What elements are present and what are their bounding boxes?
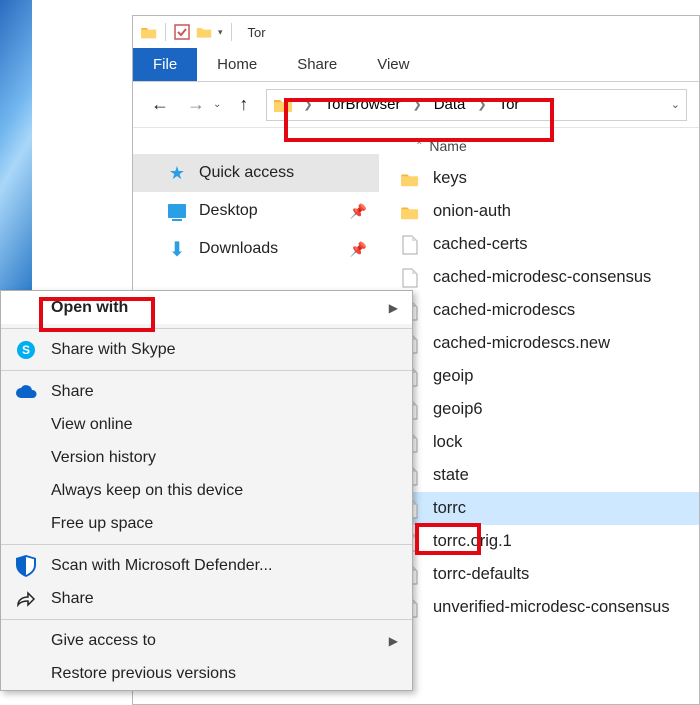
address-folder-icon xyxy=(273,95,293,115)
shield-icon xyxy=(15,555,37,577)
svg-text:S: S xyxy=(22,343,30,357)
history-dropdown-icon[interactable]: ⌄ xyxy=(213,99,221,110)
context-onedrive-share[interactable]: Share xyxy=(1,375,412,408)
file-name: geoip xyxy=(433,367,473,386)
share-icon xyxy=(15,588,37,610)
tab-view[interactable]: View xyxy=(357,48,429,81)
file-row[interactable]: geoip6 xyxy=(399,393,699,426)
context-menu: Open with ▶ S Share with Skype Share Vie… xyxy=(0,290,413,691)
file-name: lock xyxy=(433,433,462,452)
column-header-name[interactable]: ⌃ Name xyxy=(399,130,699,162)
forward-icon[interactable]: → xyxy=(187,94,205,115)
context-open-with[interactable]: Open with ▶ xyxy=(1,291,412,324)
file-row[interactable]: keys xyxy=(399,162,699,195)
ribbon: File Home Share View xyxy=(133,48,699,82)
chevron-right-icon[interactable]: ❯ xyxy=(297,98,318,111)
qat-separator-2 xyxy=(231,23,232,41)
sort-indicator-icon: ⌃ xyxy=(415,141,423,152)
tab-file[interactable]: File xyxy=(133,48,197,81)
pin-icon: 📌 xyxy=(350,203,367,220)
file-row[interactable]: torrc xyxy=(399,492,699,525)
context-version-history[interactable]: Version history xyxy=(1,441,412,474)
file-name: unverified-microdesc-consensus xyxy=(433,598,670,617)
file-name: onion-auth xyxy=(433,202,511,221)
menu-separator xyxy=(1,370,412,371)
file-name: state xyxy=(433,466,469,485)
context-view-online[interactable]: View online xyxy=(1,408,412,441)
address-bar[interactable]: ❯ TorBrowser ❯ Data ❯ Tor ⌄ xyxy=(266,89,687,121)
file-name: cached-microdesc-consensus xyxy=(433,268,651,287)
folder-icon xyxy=(401,201,419,223)
qat-separator xyxy=(165,23,166,41)
file-name: cached-microdescs.new xyxy=(433,334,610,353)
context-give-access[interactable]: Give access to ▶ xyxy=(1,624,412,657)
file-name: cached-certs xyxy=(433,235,527,254)
chevron-right-icon: ▶ xyxy=(389,301,398,315)
file-row[interactable]: cached-certs xyxy=(399,228,699,261)
navbar: ← → ⌄ ↑ ❯ TorBrowser ❯ Data ❯ Tor ⌄ xyxy=(133,82,699,128)
desktop-background xyxy=(0,0,32,290)
file-name: torrc-defaults xyxy=(433,565,529,584)
back-icon[interactable]: ← xyxy=(151,94,169,115)
folder-small-icon[interactable] xyxy=(196,24,212,40)
up-icon[interactable]: ↑ xyxy=(239,94,248,115)
cloud-icon xyxy=(15,381,37,403)
file-list-pane: ⌃ Name keys onion-auth cached-certs cached-… xyxy=(379,130,699,704)
window-title: Tor xyxy=(248,25,266,40)
sidebar-item-label: Downloads xyxy=(199,240,278,258)
breadcrumb-data[interactable]: Data xyxy=(432,94,468,115)
tab-home[interactable]: Home xyxy=(197,48,277,81)
chevron-right-icon[interactable]: ❯ xyxy=(471,98,492,111)
file-name: geoip6 xyxy=(433,400,483,419)
context-skype[interactable]: S Share with Skype xyxy=(1,333,412,366)
titlebar: ▾ Tor xyxy=(133,16,699,48)
file-name: torrc xyxy=(433,499,466,518)
skype-icon: S xyxy=(15,339,37,361)
file-row[interactable]: lock xyxy=(399,426,699,459)
pin-icon: 📌 xyxy=(350,241,367,258)
file-row[interactable]: torrc.orig.1 xyxy=(399,525,699,558)
sidebar-item-label: Quick access xyxy=(199,164,294,182)
file-list: keys onion-auth cached-certs cached-microde… xyxy=(399,162,699,624)
chevron-right-icon: ▶ xyxy=(389,634,398,648)
file-row[interactable]: cached-microdescs xyxy=(399,294,699,327)
download-icon: ⬇ xyxy=(167,239,187,259)
file-name: cached-microdescs xyxy=(433,301,575,320)
file-name: torrc.orig.1 xyxy=(433,532,512,551)
file-row[interactable]: cached-microdesc-consensus xyxy=(399,261,699,294)
file-row[interactable]: geoip xyxy=(399,360,699,393)
menu-separator xyxy=(1,544,412,545)
file-row[interactable]: unverified-microdesc-consensus xyxy=(399,591,699,624)
sidebar-item-downloads[interactable]: ⬇ Downloads 📌 xyxy=(133,230,379,268)
context-restore[interactable]: Restore previous versions xyxy=(1,657,412,690)
context-always-keep[interactable]: Always keep on this device xyxy=(1,474,412,507)
file-icon xyxy=(401,234,419,256)
context-defender[interactable]: Scan with Microsoft Defender... xyxy=(1,549,412,582)
file-icon xyxy=(401,267,419,289)
context-share[interactable]: Share xyxy=(1,582,412,615)
qat-dropdown-icon[interactable]: ▾ xyxy=(218,27,223,38)
breadcrumb-torbrowser[interactable]: TorBrowser xyxy=(323,94,403,115)
sidebar-item-quick-access[interactable]: ★ Quick access xyxy=(133,154,379,192)
file-row[interactable]: torrc-defaults xyxy=(399,558,699,591)
chevron-right-icon[interactable]: ❯ xyxy=(406,98,427,111)
context-free-up[interactable]: Free up space xyxy=(1,507,412,540)
sidebar-item-desktop[interactable]: Desktop 📌 xyxy=(133,192,379,230)
menu-separator xyxy=(1,619,412,620)
menu-separator xyxy=(1,328,412,329)
tab-share[interactable]: Share xyxy=(277,48,357,81)
folder-icon xyxy=(401,168,419,190)
file-row[interactable]: cached-microdescs.new xyxy=(399,327,699,360)
properties-check-icon[interactable] xyxy=(174,24,190,40)
address-expand-icon[interactable]: ⌄ xyxy=(671,98,680,111)
breadcrumb-tor[interactable]: Tor xyxy=(497,94,522,115)
file-name: keys xyxy=(433,169,467,188)
file-row[interactable]: onion-auth xyxy=(399,195,699,228)
star-icon: ★ xyxy=(167,163,187,183)
file-row[interactable]: state xyxy=(399,459,699,492)
folder-icon xyxy=(141,24,157,40)
monitor-icon xyxy=(167,201,187,221)
sidebar-item-label: Desktop xyxy=(199,202,258,220)
